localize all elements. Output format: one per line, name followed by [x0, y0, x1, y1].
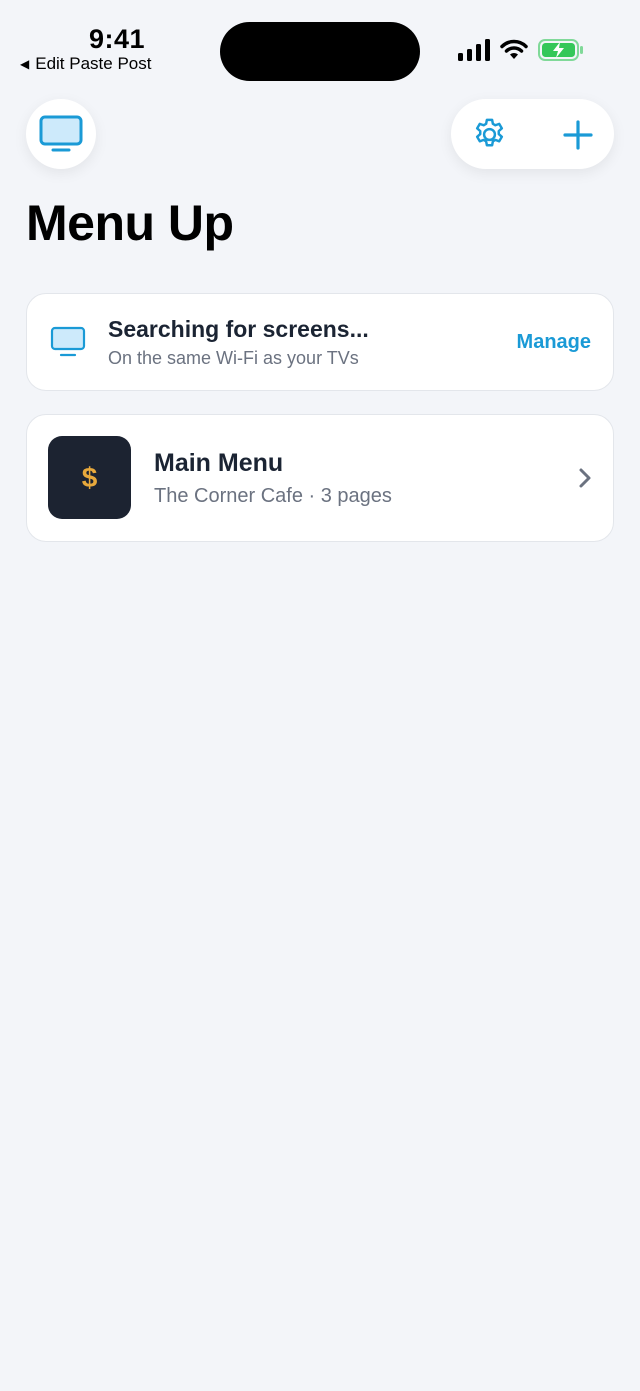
- menu-subtitle: The Corner Cafe · 3 pages: [154, 485, 392, 507]
- search-status-title: Searching for screens...: [108, 316, 369, 342]
- settings-button[interactable]: [471, 116, 508, 153]
- menu-title: Main Menu: [154, 449, 284, 477]
- dynamic-island: [220, 22, 420, 81]
- back-app-label: Edit Paste Post: [35, 54, 152, 73]
- page-title: Menu Up: [26, 195, 234, 251]
- tv-icon: [39, 115, 83, 152]
- chevron-right-icon: [579, 468, 591, 488]
- battery-charging-icon: [538, 39, 583, 61]
- menu-thumbnail: $: [48, 436, 131, 519]
- dollar-icon: $: [81, 461, 98, 493]
- add-menu-button[interactable]: [559, 116, 596, 153]
- manage-button[interactable]: Manage: [517, 331, 591, 354]
- home-screen: 9:41 ◀ Edit Paste Post Menu Up Searching…: [0, 0, 640, 1391]
- back-to-app-link[interactable]: ◀ Edit Paste Post: [20, 54, 151, 74]
- wifi-icon: [500, 39, 528, 59]
- signal-icon: [458, 39, 490, 61]
- menu-list-item[interactable]: $ Main Menu The Corner Cafe · 3 pages: [26, 414, 614, 542]
- plus-icon: [562, 119, 593, 150]
- search-status-subtitle: On the same Wi-Fi as your TVs: [108, 348, 359, 368]
- tv-icon: [50, 326, 86, 357]
- screens-button[interactable]: [26, 99, 96, 169]
- status-time: 9:41: [89, 24, 146, 54]
- toolbar-pill: [451, 99, 614, 169]
- back-triangle-icon: ◀: [20, 57, 30, 71]
- screen-search-card: Searching for screens... On the same Wi-…: [26, 293, 614, 391]
- gear-icon: [475, 118, 504, 147]
- status-icons: [458, 38, 584, 62]
